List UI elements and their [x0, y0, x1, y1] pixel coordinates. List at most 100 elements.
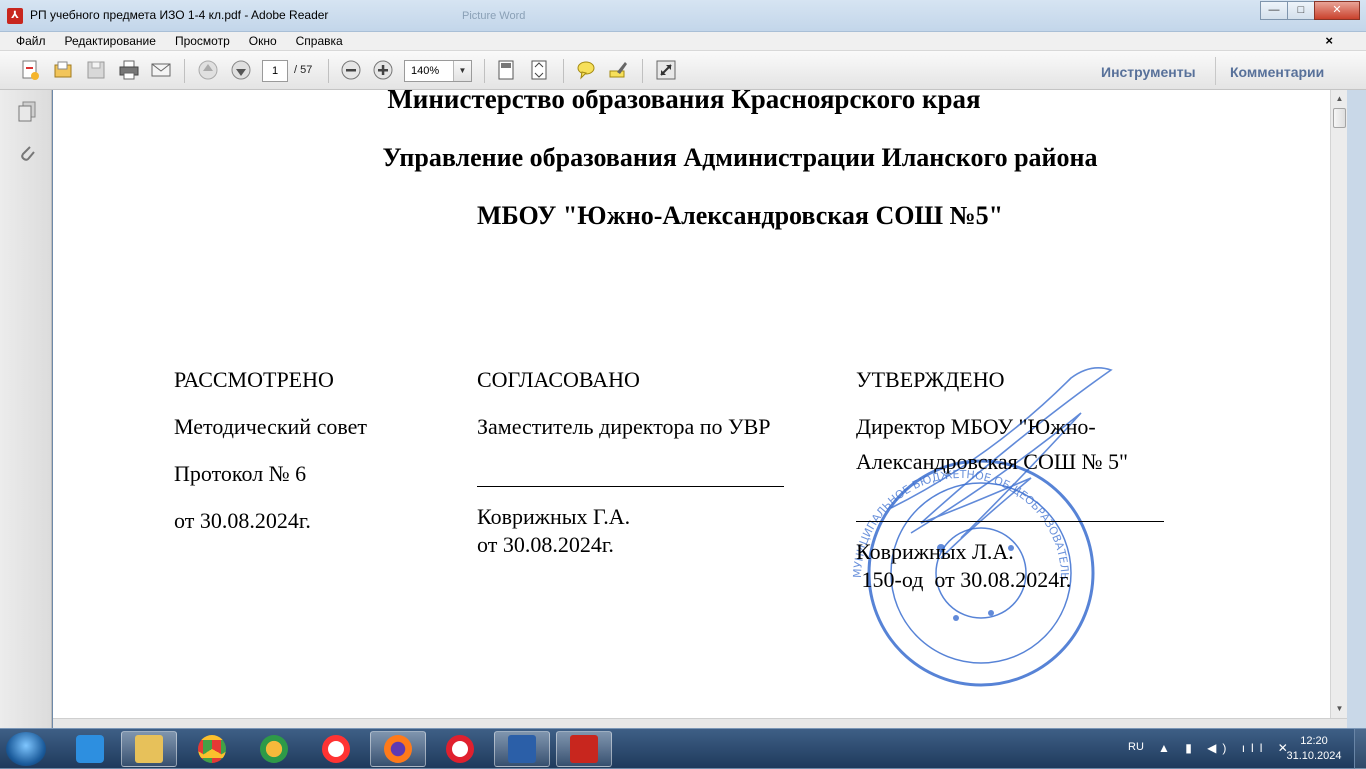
col3-position-1: Директор МБОУ "Южно-: [856, 414, 1096, 439]
arrow-up-circle-icon: [198, 60, 218, 80]
create-pdf-button[interactable]: [18, 58, 42, 82]
start-button-windows-icon[interactable]: [6, 732, 46, 766]
chrome-icon: [198, 735, 226, 763]
menu-window[interactable]: Окно: [249, 34, 277, 48]
attachments-paperclip-icon[interactable]: [16, 142, 38, 164]
window-title: РП учебного предмета ИЗО 1-4 кл.pdf - Ad…: [30, 8, 329, 22]
scrollbar-thumb[interactable]: [1333, 108, 1346, 128]
print-button[interactable]: [117, 58, 141, 82]
document-viewport[interactable]: Министерство образования Красноярского к…: [53, 90, 1330, 718]
taskbar-word[interactable]: [494, 731, 550, 767]
clock-date: 31.10.2024: [1286, 750, 1342, 762]
document-close-button[interactable]: ×: [1325, 33, 1333, 48]
arrow-down-circle-icon: [231, 60, 251, 80]
word-icon: [508, 735, 536, 763]
save-disk-icon: [87, 61, 105, 79]
fit-page-icon: [498, 60, 514, 80]
clock-time: 12:20: [1300, 735, 1328, 747]
col3-title: УТВЕРЖДЕНО: [856, 367, 1005, 392]
official-stamp-icon: МУНИЦИПАЛЬНОЕ БЮДЖЕТНОЕ ОБЩЕОБРАЗОВАТЕЛЬ…: [771, 358, 1113, 687]
col2-title: СОГЛАСОВАНО: [477, 367, 640, 392]
window-bottom-frame: [53, 718, 1347, 728]
taskbar-firefox[interactable]: [370, 731, 426, 767]
mail-at-icon: [76, 735, 104, 763]
navigation-pane: [0, 90, 52, 728]
zoom-out-button[interactable]: [339, 58, 363, 82]
vertical-scrollbar[interactable]: ▲ ▼: [1330, 90, 1347, 718]
taskbar-explorer[interactable]: [121, 731, 177, 767]
col1-protocol: Протокол № 6: [174, 461, 307, 486]
scroll-down-arrow-icon[interactable]: ▼: [1333, 702, 1346, 715]
col1-title: РАССМОТРЕНО: [174, 367, 334, 392]
maximize-button[interactable]: □: [1287, 1, 1315, 20]
adobe-reader-icon: [570, 735, 598, 763]
comment-button[interactable]: [574, 58, 598, 82]
expand-button[interactable]: [654, 58, 678, 82]
next-page-button[interactable]: [229, 58, 253, 82]
col2-name: Коврижных Г.А.: [477, 504, 631, 529]
menu-bar: Файл Редактирование Просмотр Окно Справк…: [0, 32, 1366, 51]
opera-icon: [446, 735, 474, 763]
heading-department: Управление образования Администрации Ила…: [382, 143, 1098, 172]
printer-icon: [119, 60, 139, 80]
minimize-button[interactable]: —: [1260, 1, 1288, 20]
close-button[interactable]: ✕: [1314, 1, 1360, 20]
toolbar-separator: [563, 59, 564, 83]
open-button[interactable]: [51, 58, 75, 82]
zoom-value: 140%: [411, 65, 440, 77]
menu-view[interactable]: Просмотр: [175, 34, 230, 48]
main-toolbar: 1 / 57 140% ▼ Инструменты Комментарии: [0, 51, 1366, 90]
browser-icon: [260, 735, 288, 763]
toolbar-separator: [642, 59, 643, 83]
col3-name: Коврижных Л.А.: [856, 539, 1014, 564]
taskbar-adobe-reader[interactable]: [556, 731, 612, 767]
toolbar-separator: [184, 59, 185, 83]
fit-page-button[interactable]: [494, 58, 518, 82]
col1-council: Методический совет: [174, 414, 367, 439]
language-indicator[interactable]: RU: [1128, 741, 1144, 753]
heading-ministry: Министерство образования Красноярского к…: [387, 90, 981, 114]
col2-position: Заместитель директора по УВР: [477, 414, 771, 439]
email-button[interactable]: [149, 58, 173, 82]
zoom-in-button[interactable]: [371, 58, 395, 82]
plus-circle-icon: [373, 60, 393, 80]
tools-panel-link[interactable]: Инструменты: [1101, 64, 1196, 80]
pages-icon[interactable]: [16, 100, 38, 122]
clock[interactable]: 12:20 31.10.2024: [1286, 734, 1342, 764]
taskbar-browser[interactable]: [246, 731, 302, 767]
firefox-icon: [384, 735, 412, 763]
highlight-button[interactable]: [606, 58, 630, 82]
toolbar-separator: [328, 59, 329, 83]
comments-panel-link[interactable]: Комментарии: [1230, 64, 1324, 80]
taskbar-chrome[interactable]: [184, 731, 240, 767]
page-number-input[interactable]: 1: [262, 60, 288, 82]
save-button[interactable]: [84, 58, 108, 82]
heading-school: МБОУ "Южно-Александровская СОШ №5": [476, 201, 1004, 230]
col3-position-2: Александровская СОШ № 5": [856, 449, 1129, 474]
col3-order: 150-од от 30.08.2024г.: [856, 567, 1072, 592]
toolbar-separator: [484, 59, 485, 83]
open-folder-icon: [54, 61, 72, 78]
folder-icon: [135, 735, 163, 763]
menu-file[interactable]: Файл: [16, 34, 46, 48]
adobe-reader-icon: ⅄: [7, 8, 23, 24]
taskbar-yandex[interactable]: [308, 731, 364, 767]
window-right-frame: [1347, 90, 1366, 728]
scroll-up-arrow-icon[interactable]: ▲: [1333, 92, 1346, 105]
system-tray-icons[interactable]: ▲ ▮ ◀) ıll ✕: [1158, 741, 1294, 755]
show-desktop-button[interactable]: [1354, 729, 1366, 769]
menu-help[interactable]: Справка: [296, 34, 343, 48]
fit-width-button[interactable]: [527, 58, 551, 82]
taskbar-opera[interactable]: [432, 731, 488, 767]
minus-circle-icon: [341, 60, 361, 80]
previous-page-button[interactable]: [196, 58, 220, 82]
envelope-icon: [151, 63, 171, 77]
col2-signature-line: [477, 486, 784, 487]
menu-edit[interactable]: Редактирование: [65, 34, 156, 48]
taskbar-mail-app[interactable]: [62, 731, 118, 767]
zoom-select[interactable]: 140% ▼: [404, 60, 472, 82]
fit-width-icon: [531, 60, 547, 80]
create-pdf-icon: [22, 60, 39, 80]
window-titlebar: ⅄ РП учебного предмета ИЗО 1-4 кл.pdf - …: [0, 0, 1366, 32]
chevron-down-icon[interactable]: ▼: [453, 61, 471, 81]
